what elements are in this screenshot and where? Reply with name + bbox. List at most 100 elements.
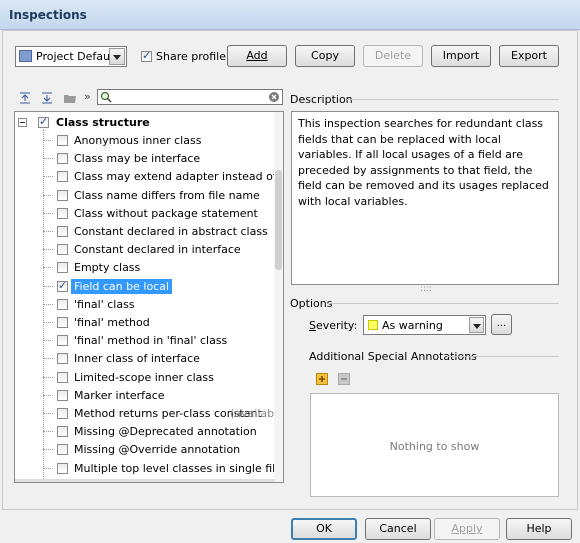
tree-item-checkbox[interactable] <box>57 353 68 365</box>
tree-item-row[interactable]: Missing @Deprecated annotation <box>15 423 277 440</box>
tree-item-label: 'final' method <box>74 316 150 329</box>
chevron-down-icon[interactable] <box>109 48 125 65</box>
search-icon <box>100 91 112 103</box>
tree-item-row[interactable]: Empty class <box>15 259 277 276</box>
tree-item-checkbox[interactable] <box>57 244 68 256</box>
description-heading: Description <box>290 93 353 106</box>
more-chevron-icon[interactable]: » <box>84 90 91 103</box>
copy-button[interactable]: Copy <box>295 45 355 67</box>
tree-item-checkbox[interactable] <box>57 207 68 219</box>
tree-connector <box>43 376 53 378</box>
scrollbar-thumb[interactable] <box>275 170 282 270</box>
tree-item-row[interactable]: 'final' method in 'final' class <box>15 332 277 349</box>
tree-item-checkbox[interactable] <box>57 426 68 438</box>
remove-icon[interactable] <box>338 373 350 385</box>
tree-connector <box>43 285 53 287</box>
inspection-tree[interactable]: Class structure Anonymous inner class Cla… <box>14 111 284 483</box>
description-text: This inspection searches for redundant c… <box>291 111 559 285</box>
tree-item-label: Multiple top level classes in single fil… <box>74 461 283 475</box>
tree-item-checkbox[interactable] <box>57 279 68 292</box>
tree-item-row[interactable]: Class may be interface <box>15 150 277 167</box>
tree-item-row[interactable]: Class may extend adapter instead of impl… <box>15 168 283 185</box>
import-button[interactable]: Import <box>431 45 491 67</box>
tree-group-row[interactable]: Class structure <box>15 114 277 131</box>
delete-button[interactable]: Delete <box>363 45 423 67</box>
annotations-list[interactable]: Nothing to show <box>310 393 559 497</box>
tree-item-checkbox[interactable] <box>57 462 68 474</box>
folder-icon[interactable] <box>63 91 77 105</box>
ok-button[interactable]: OK <box>291 518 357 540</box>
tree-item-row[interactable]: Constant declared in abstract class <box>15 223 277 240</box>
tree-item-checkbox[interactable] <box>57 226 68 237</box>
tree-item-label: Empty class <box>74 261 141 275</box>
share-profile-label: Share profile <box>156 50 226 63</box>
tree-item-row[interactable]: Field can be local <box>15 278 277 295</box>
options-heading: Options <box>290 297 333 310</box>
splitter-handle[interactable]: :::: <box>420 284 432 294</box>
title-bar: Inspections <box>0 0 580 30</box>
tree-item-row[interactable]: Class without package statement <box>15 205 277 222</box>
share-profile-checkbox[interactable] <box>141 49 152 62</box>
export-button[interactable]: Export <box>499 45 559 67</box>
tree-item-label: Anonymous inner class <box>74 134 202 147</box>
tree-item-row[interactable]: 'final' class <box>15 296 277 313</box>
add-icon[interactable] <box>316 373 328 385</box>
tree-item-row[interactable]: Missing @Override annotation <box>15 441 277 458</box>
clear-search-icon[interactable] <box>268 91 280 103</box>
add-button[interactable]: Add <box>227 45 287 67</box>
chevron-down-icon[interactable] <box>469 317 484 333</box>
tree-item-checkbox[interactable] <box>57 153 68 165</box>
search-input[interactable] <box>97 89 283 105</box>
collapse-node-icon[interactable] <box>18 118 27 127</box>
tree-scrollbar[interactable] <box>274 112 283 482</box>
edit-severities-button[interactable]: ... <box>491 314 512 335</box>
tree-connector <box>43 267 53 269</box>
tree-item-checkbox[interactable] <box>57 335 68 347</box>
tree-item-row[interactable]: Anonymous inner class <box>15 132 277 149</box>
group-checkbox[interactable] <box>38 115 49 128</box>
tree-item-row[interactable]: Multiple top level classes in single fil… <box>15 460 282 477</box>
collapse-all-icon[interactable] <box>40 91 54 105</box>
tree-item-checkbox[interactable] <box>57 189 68 201</box>
expand-all-icon[interactable] <box>18 91 32 105</box>
cancel-button[interactable]: Cancel <box>365 518 431 540</box>
tree-item-checkbox[interactable] <box>57 135 68 146</box>
tree-item-row[interactable]: Limited-scope inner class <box>15 369 277 386</box>
tree-item-checkbox[interactable] <box>57 262 68 274</box>
tree-item-checkbox[interactable] <box>57 317 68 328</box>
tree-connector <box>43 194 53 196</box>
tree-connector <box>43 394 53 396</box>
tree-item-label: Class may be interface <box>74 152 201 166</box>
tree-item-checkbox[interactable] <box>57 408 68 419</box>
severity-combo[interactable]: As warning <box>363 315 486 335</box>
tree-connector <box>43 358 53 360</box>
tree-item-row[interactable]: Inner class of interface <box>15 350 277 367</box>
profile-combo[interactable]: Project Default <box>15 46 127 67</box>
help-button[interactable]: Help <box>506 518 572 540</box>
tree-item-row[interactable]: Marker interface <box>15 387 277 404</box>
apply-button[interactable]: Apply <box>434 518 500 540</box>
tree-item-checkbox[interactable] <box>57 444 68 456</box>
tree-item-label: Class without package statement <box>74 206 258 220</box>
tree-connector <box>43 449 53 451</box>
tree-item-label: Marker interface <box>74 388 165 402</box>
tree-item-row[interactable]: 'final' method <box>15 314 277 331</box>
tree-item-label: Class name differs from file name <box>74 188 260 202</box>
tree-hscrollbar[interactable] <box>15 479 275 482</box>
tree-item-label: Class may extend adapter instead of impl… <box>74 170 283 184</box>
annotations-divider <box>447 356 559 357</box>
tree-item-checkbox[interactable] <box>57 298 68 310</box>
tree-item-row[interactable]: Method returns per-class constant (availa… <box>15 405 283 422</box>
tree-connector <box>43 467 53 469</box>
options-divider <box>328 303 559 304</box>
tree-item-label: Limited-scope inner class <box>74 370 214 384</box>
tree-item-label: Field can be local <box>71 278 173 294</box>
tree-connector <box>43 431 53 433</box>
tree-item-checkbox[interactable] <box>57 389 68 401</box>
tree-item-row[interactable]: Class name differs from file name <box>15 187 277 204</box>
tree-item-checkbox[interactable] <box>57 371 68 383</box>
tree-item-row[interactable]: Constant declared in interface <box>15 241 277 258</box>
tree-item-checkbox[interactable] <box>57 171 68 183</box>
tree-item-label: Missing @Override annotation <box>74 443 241 457</box>
profile-value: Project Default <box>36 50 118 63</box>
